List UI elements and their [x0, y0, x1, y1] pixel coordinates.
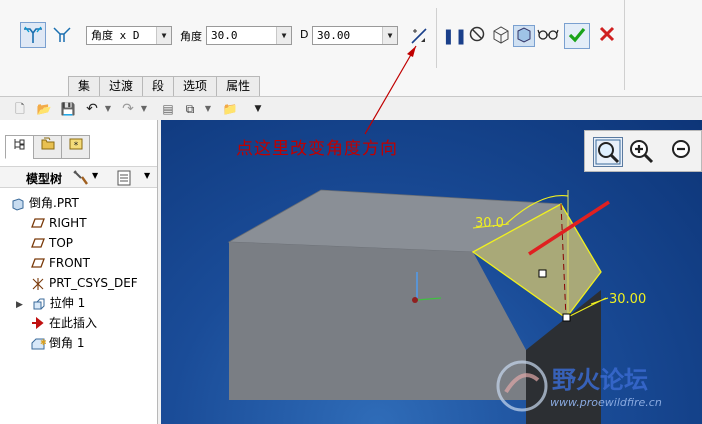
- d-label: D: [300, 28, 309, 41]
- tree-item-label: PRT_CSYS_DEF: [49, 276, 138, 290]
- expand-arrow-icon[interactable]: ▶: [16, 300, 23, 310]
- chevron-down-icon[interactable]: ▼: [382, 27, 397, 44]
- chevron-down-icon[interactable]: ▼: [200, 101, 216, 117]
- insert-arrow-icon: [30, 316, 46, 331]
- watermark-logo: [496, 360, 548, 412]
- zoom-out-icon[interactable]: [667, 137, 697, 167]
- glasses-preview-icon[interactable]: [537, 25, 559, 47]
- show-settings-icon[interactable]: [116, 169, 132, 190]
- datum-plane-icon: [30, 257, 46, 271]
- pause-button[interactable]: ❚❚: [442, 25, 467, 47]
- angle-dimension[interactable]: 30.0: [475, 216, 504, 231]
- annotation-text: 点这里改变角度方向: [236, 139, 398, 159]
- tab-transitions[interactable]: 过渡: [99, 76, 144, 96]
- toolbar-more-icon[interactable]: ▼: [250, 101, 266, 117]
- tree-item-label: FRONT: [49, 256, 90, 270]
- separator: [624, 0, 625, 90]
- datum-plane-icon: [30, 217, 46, 231]
- tree-item-right[interactable]: RIGHT: [30, 213, 87, 233]
- transition-mode-icon[interactable]: [50, 22, 76, 48]
- model-tree-title[interactable]: 模型树: [26, 170, 62, 187]
- model-tree-header: 模型树 ▼ ▼: [0, 166, 157, 188]
- tree-item-label: 倒角 1: [49, 336, 85, 350]
- tree-item-insert-here[interactable]: 在此插入: [30, 313, 97, 333]
- tab-pieces[interactable]: 段: [142, 76, 175, 96]
- tools-icon[interactable]: [72, 169, 90, 190]
- angle-input-value: 30.0: [211, 29, 238, 42]
- angle-input[interactable]: 30.0 ▼: [206, 26, 292, 45]
- tree-item-chamfer[interactable]: ✱ 倒角 1: [30, 333, 84, 353]
- drag-handle: [538, 269, 547, 278]
- no-preview-icon[interactable]: [466, 25, 488, 47]
- svg-text:✱: ✱: [40, 338, 46, 347]
- folder-browser-tab-icon[interactable]: [33, 135, 62, 159]
- accept-button[interactable]: [564, 23, 590, 49]
- tree-item-part[interactable]: 倒角.PRT: [10, 193, 79, 213]
- watermark: 野火论坛 www.proewildfire.cn: [492, 356, 697, 418]
- chamfer-icon: ✱: [30, 337, 47, 351]
- angle-label: 角度: [180, 30, 202, 43]
- tree-item-extrude[interactable]: ▶ 拉伸 1: [16, 293, 85, 313]
- open-file-icon[interactable]: 📂: [36, 101, 52, 117]
- view-toolbar: [584, 130, 702, 172]
- datum-plane-icon: [30, 237, 46, 251]
- tree-item-top[interactable]: TOP: [30, 233, 73, 253]
- csys-origin: [412, 297, 418, 303]
- d-input-value: 30.00: [317, 29, 351, 42]
- folder-icon[interactable]: 📁: [222, 101, 238, 117]
- d-dimension[interactable]: 30.00: [609, 292, 646, 307]
- chamfer-dashboard: 角度 x D ▼ 角度 30.0 ▼ D 30.00 ▼ ❚❚ 集 过渡 段 选…: [0, 0, 702, 97]
- svg-text:*: *: [73, 141, 78, 151]
- watermark-title: 野火论坛: [552, 366, 648, 394]
- favorites-tab-icon[interactable]: *: [61, 135, 90, 159]
- block-front-face: [229, 242, 526, 400]
- dashboard-tabs: 集 过渡 段 选项 属性: [68, 76, 261, 96]
- cancel-button[interactable]: [596, 25, 618, 47]
- dimension-scheme-select[interactable]: 角度 x D ▼: [86, 26, 172, 45]
- chevron-down-icon[interactable]: ▼: [276, 27, 291, 44]
- tree-item-label: TOP: [49, 236, 74, 250]
- tree-item-label: 倒角.PRT: [29, 196, 79, 210]
- save-icon[interactable]: 💾: [60, 101, 76, 117]
- tree-item-label: RIGHT: [49, 216, 87, 230]
- redo-icon[interactable]: ↷: [120, 101, 136, 117]
- part-icon: [10, 197, 26, 211]
- extrude-icon: [31, 297, 47, 311]
- tree-item-label: 在此插入: [49, 316, 98, 330]
- tree-item-label: 拉伸 1: [49, 296, 86, 310]
- chevron-down-icon[interactable]: ▼: [92, 171, 98, 180]
- zoom-in-icon[interactable]: [627, 137, 657, 167]
- tree-item-front[interactable]: FRONT: [30, 253, 90, 273]
- navigator-tabs: *: [5, 135, 90, 159]
- separator: [436, 8, 437, 68]
- tab-options[interactable]: 选项: [173, 76, 218, 96]
- navigator-panel: * 模型树 ▼ ▼ 倒角.PRT RIGHT TOP FRONT PRT_CSY…: [0, 120, 158, 424]
- main-toolbar: 🗋 📂 💾 ↶ ▼ ↷ ▼ ▤ ⧉ ▼ 📁 ▼: [0, 98, 702, 120]
- tab-properties[interactable]: 属性: [216, 76, 261, 96]
- chevron-down-icon[interactable]: ▼: [144, 171, 150, 180]
- d-input[interactable]: 30.00 ▼: [312, 26, 398, 45]
- chevron-down-icon[interactable]: ▼: [100, 101, 116, 117]
- flip-angle-direction-button[interactable]: [408, 25, 430, 47]
- new-file-icon[interactable]: 🗋: [12, 101, 28, 117]
- dimension-scheme-value: 角度 x D: [91, 29, 140, 42]
- drag-handle: [562, 313, 571, 322]
- chevron-down-icon[interactable]: ▼: [136, 101, 152, 117]
- undo-icon[interactable]: ↶: [84, 101, 100, 117]
- chamfer-set-mode-icon[interactable]: [20, 22, 46, 48]
- chevron-down-icon[interactable]: ▼: [156, 27, 171, 44]
- model-tree-tab-icon[interactable]: [5, 135, 34, 159]
- window-icon[interactable]: ⧉: [182, 101, 198, 117]
- tree-item-csys[interactable]: PRT_CSYS_DEF: [30, 273, 138, 293]
- tab-sets[interactable]: 集: [68, 76, 101, 96]
- verify-mode-icon[interactable]: [513, 25, 535, 47]
- watermark-url: www.proewildfire.cn: [550, 396, 662, 409]
- preview-geometry-icon[interactable]: [490, 25, 512, 47]
- csys-icon: [30, 277, 46, 291]
- regenerate-icon[interactable]: ▤: [160, 101, 176, 117]
- refit-icon[interactable]: [593, 137, 623, 167]
